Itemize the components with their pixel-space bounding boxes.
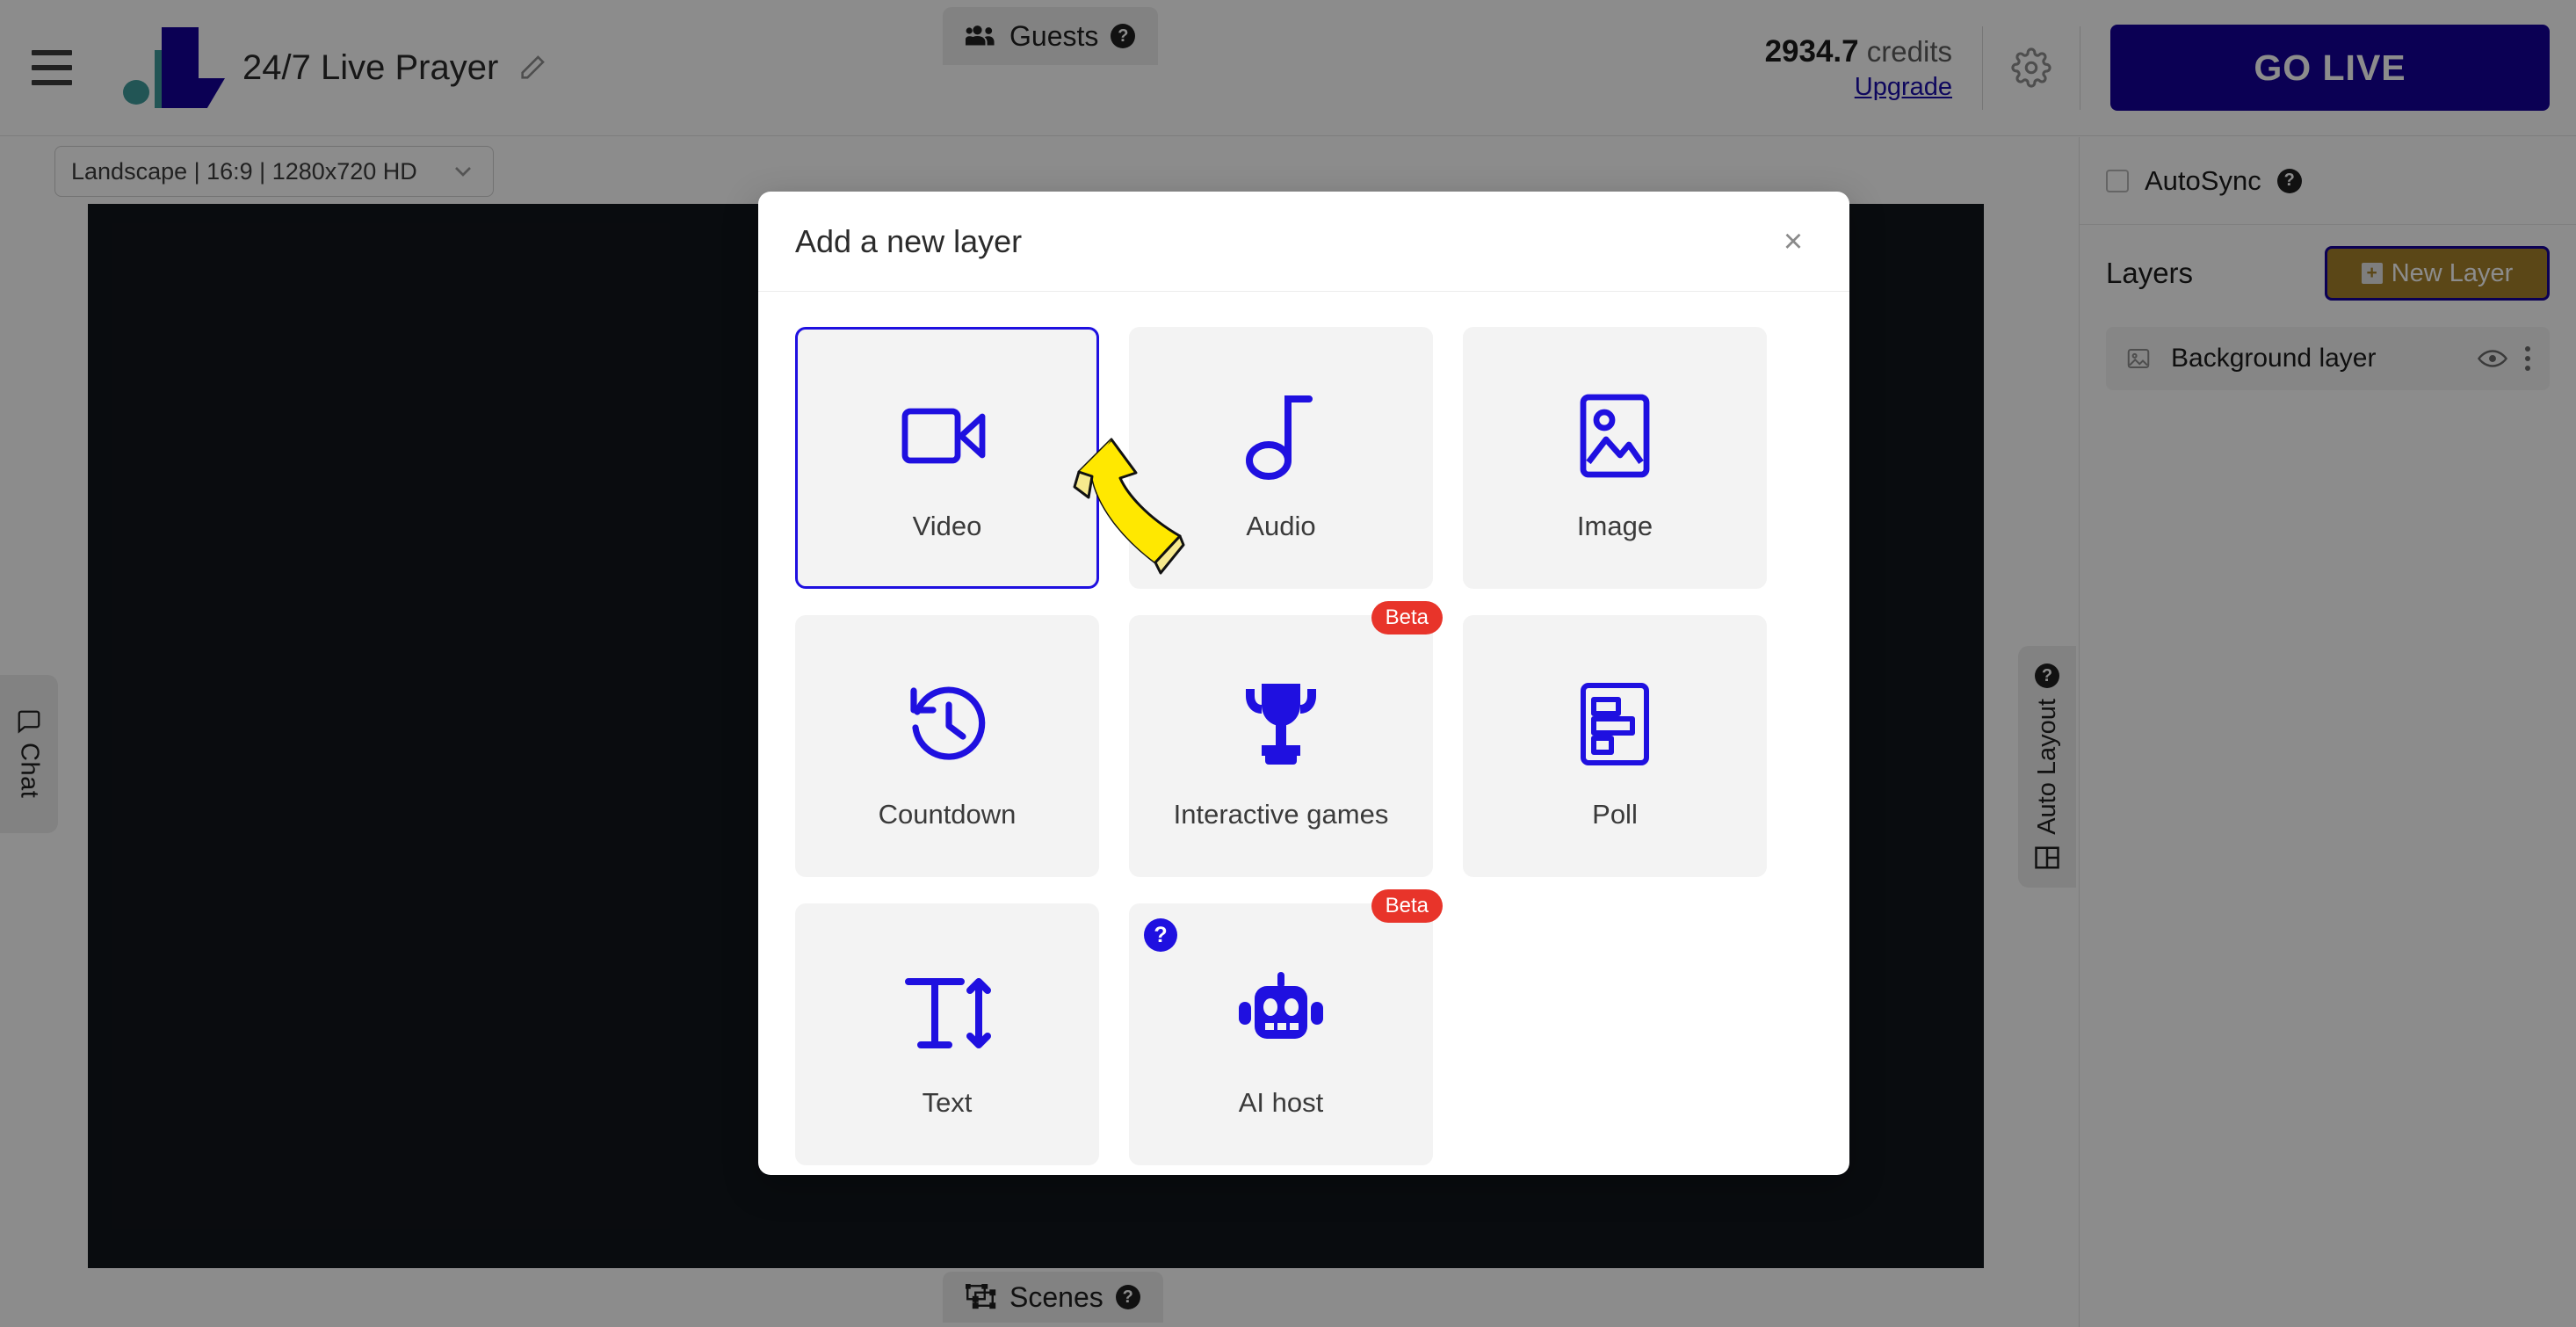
layer-option-image[interactable]: Image (1463, 327, 1767, 589)
layer-option-ai-host[interactable]: Beta ? AI host (1129, 889, 1443, 1165)
layer-option-label: Video (912, 511, 982, 541)
grid-empty-cell (1463, 903, 1767, 1165)
dialog-header: Add a new layer × (758, 192, 1849, 292)
app-root: 24/7 Live Prayer 2934.7 credits Upgrade (0, 0, 2576, 1327)
layer-option-interactive-games[interactable]: Beta Interactive games (1129, 601, 1443, 877)
dialog-title: Add a new layer (795, 222, 1023, 259)
robot-icon (1235, 961, 1327, 1064)
layer-option-label: Poll (1592, 799, 1638, 830)
help-icon[interactable]: ? (1144, 918, 1177, 952)
layer-option-poll[interactable]: Poll (1463, 615, 1767, 877)
close-icon[interactable]: × (1774, 222, 1813, 261)
clock-back-icon (903, 672, 991, 776)
layer-option-audio[interactable]: Audio (1129, 327, 1433, 589)
trophy-icon (1237, 672, 1325, 776)
layer-type-grid: Video Audio Image Countdown Beta Interac… (758, 292, 1849, 1202)
text-size-icon (901, 961, 993, 1064)
layer-option-countdown[interactable]: Countdown (795, 615, 1099, 877)
add-layer-dialog: Add a new layer × Video Audio Image Coun… (758, 192, 1849, 1175)
layer-option-label: AI host (1238, 1087, 1324, 1118)
video-camera-icon (901, 384, 993, 488)
layer-option-label: Image (1576, 511, 1653, 541)
layer-option-label: Text (922, 1087, 973, 1118)
status-badge: Beta (1371, 601, 1443, 634)
picture-icon (1578, 384, 1652, 488)
layer-option-label: Interactive games (1173, 799, 1389, 830)
layer-option-video[interactable]: Video (795, 327, 1099, 589)
layer-option-label: Audio (1246, 511, 1316, 541)
status-badge: Beta (1371, 889, 1443, 923)
poll-icon (1578, 672, 1652, 776)
music-note-icon (1244, 384, 1318, 488)
layer-option-label: Countdown (878, 799, 1017, 830)
layer-option-text[interactable]: Text (795, 903, 1099, 1165)
